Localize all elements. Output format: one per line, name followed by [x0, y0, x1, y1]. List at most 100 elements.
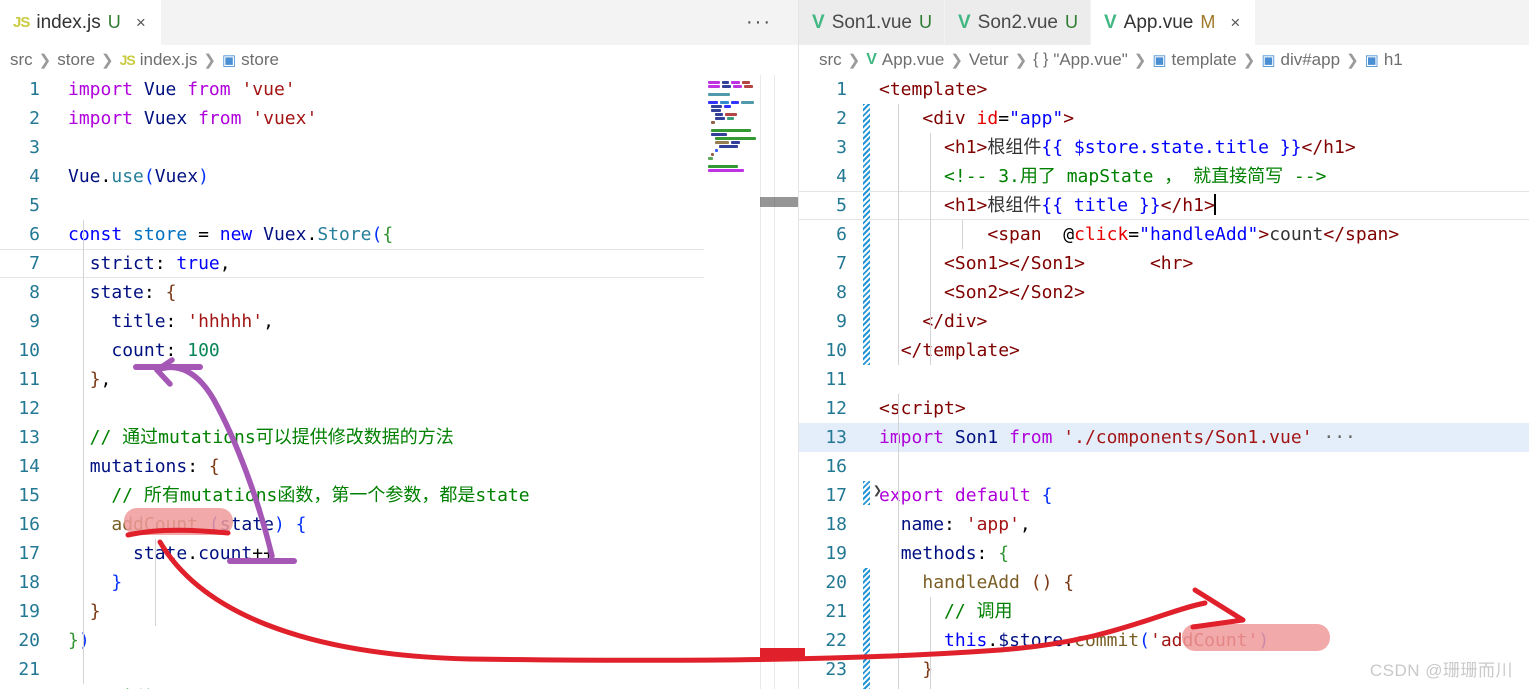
- code-line[interactable]: 19 }: [0, 597, 798, 626]
- code-line[interactable]: 17 export default {: [799, 481, 1529, 510]
- breadcrumb-item-store-folder[interactable]: store: [57, 50, 95, 70]
- breadcrumb-label: App.vue: [881, 50, 945, 69]
- breadcrumb-item-index-js[interactable]: JS index.js: [120, 50, 198, 70]
- code-line[interactable]: 9 </div>: [799, 307, 1529, 336]
- code-line[interactable]: 11: [799, 365, 1529, 394]
- code-line[interactable]: 2 <div id="app">: [799, 104, 1529, 133]
- close-icon[interactable]: ×: [133, 14, 149, 31]
- minimap-left[interactable]: [704, 75, 760, 689]
- line-content: this.$store.commit('addCount'): [944, 630, 1270, 651]
- line-number: 19: [18, 601, 40, 622]
- line-number: 19: [825, 543, 847, 564]
- line-content: <!-- 3.用了 mapState ， 就直接简写 -->: [879, 166, 1327, 187]
- line-number: 4: [836, 166, 847, 187]
- breadcrumb-item-src[interactable]: src: [10, 50, 33, 70]
- code-line-current[interactable]: 7 strict: true,: [0, 249, 798, 278]
- code-line-current[interactable]: 5 <h1>根组件{{ title }}</h1>: [799, 191, 1529, 220]
- code-line[interactable]: 21: [0, 655, 798, 684]
- editor-workbench: JS index.js U × ··· src ❯ store ❯ JS ind…: [0, 0, 1529, 689]
- line-content: </template>: [900, 340, 1020, 361]
- tabbar-empty-space: [1256, 0, 1529, 45]
- indent-guide: [898, 394, 899, 689]
- chevron-right-icon: ❯: [38, 52, 52, 69]
- code-line[interactable]: 19 methods: {: [799, 539, 1529, 568]
- line-content: [54, 191, 798, 220]
- breadcrumb-item-symbol-store[interactable]: ▣ store: [222, 50, 279, 70]
- code-line[interactable]: 8 <Son2></Son2>: [799, 278, 1529, 307]
- tab-app-vue[interactable]: V App.vue M ×: [1090, 0, 1257, 45]
- line-number: 21: [825, 601, 847, 622]
- editor-scrollbar-left[interactable]: [760, 75, 798, 689]
- line-content: <Son1></Son1> <hr>: [944, 253, 1194, 274]
- code-line[interactable]: 12 <script>: [799, 394, 1529, 423]
- line-number: 22: [0, 684, 54, 689]
- code-line[interactable]: 14 mutations: {: [0, 452, 798, 481]
- line-number: 16: [18, 514, 40, 535]
- code-line[interactable]: 22 // 导出给 ...: [0, 684, 798, 689]
- line-content: // 调用: [879, 601, 1013, 622]
- code-line[interactable]: 3 <h1>根组件{{ $store.state.title }}</h1>: [799, 133, 1529, 162]
- breadcrumb-item-vetur[interactable]: Vetur: [969, 50, 1009, 70]
- chevron-right-icon[interactable]: ❯: [873, 481, 882, 499]
- code-line[interactable]: 5: [0, 191, 798, 220]
- line-number: 18: [18, 572, 40, 593]
- code-line[interactable]: 24 }: [799, 684, 1529, 689]
- line-content: state.count++: [133, 543, 274, 564]
- code-line[interactable]: 18 name: 'app',: [799, 510, 1529, 539]
- line-content: Vue.use(Vuex): [68, 166, 209, 187]
- breadcrumb-item-app-vue[interactable]: V App.vue: [866, 50, 944, 70]
- breadcrumb-item-template[interactable]: ▣ template: [1152, 50, 1236, 70]
- indent-guide: [930, 133, 931, 365]
- code-editor-right[interactable]: 1 <template> 2 <div id="app"> 3 <h1>根组件{…: [799, 75, 1529, 689]
- code-line[interactable]: 8 state: {: [0, 278, 798, 307]
- code-line[interactable]: 1 <template>: [799, 75, 1529, 104]
- code-line[interactable]: 12: [0, 394, 798, 423]
- code-line[interactable]: 20 }): [0, 626, 798, 655]
- code-editor-left[interactable]: 1 import Vue from 'vue' 2 import Vuex fr…: [0, 75, 798, 689]
- code-line[interactable]: 17 state.count++: [0, 539, 798, 568]
- code-line[interactable]: 7 <Son1></Son1> <hr>: [799, 249, 1529, 278]
- tab-index-js[interactable]: JS index.js U ×: [0, 0, 162, 45]
- tab-status-badge: U: [107, 12, 121, 32]
- code-line[interactable]: 1 import Vue from 'vue': [0, 75, 798, 104]
- chevron-right-icon: ❯: [1242, 52, 1256, 69]
- breadcrumb-item-app-vue-module[interactable]: { } "App.vue": [1033, 50, 1128, 70]
- breadcrumb-item-h1[interactable]: ▣ h1: [1365, 50, 1403, 70]
- breadcrumb-label: src: [819, 50, 842, 69]
- code-line[interactable]: 4 <!-- 3.用了 mapState ， 就直接简写 -->: [799, 162, 1529, 191]
- tab-son1-vue[interactable]: V Son1.vue U: [799, 0, 945, 45]
- code-line[interactable]: 16 addCount (state) {: [0, 510, 798, 539]
- code-line-folded[interactable]: 13 import Son1 from './components/Son1.v…: [799, 423, 1529, 452]
- tab-label: index.js: [36, 11, 101, 33]
- code-line[interactable]: 15 // 所有mutations函数，第一个参数，都是state: [0, 481, 798, 510]
- code-line[interactable]: 21 // 调用: [799, 597, 1529, 626]
- code-line[interactable]: 3: [0, 133, 798, 162]
- close-icon[interactable]: ×: [1227, 14, 1243, 31]
- breadcrumb-item-src[interactable]: src: [819, 50, 842, 70]
- code-line[interactable]: 18 }: [0, 568, 798, 597]
- line-content: // 所有mutations函数，第一个参数，都是state: [68, 485, 530, 506]
- code-line[interactable]: 9 title: 'hhhhh',: [0, 307, 798, 336]
- breadcrumb-item-div-app[interactable]: ▣ div#app: [1261, 50, 1340, 70]
- code-line[interactable]: 6 const store = new Vuex.Store({: [0, 220, 798, 249]
- code-line[interactable]: 16: [799, 452, 1529, 481]
- code-line[interactable]: 6 <span @click="handleAdd">count</span>: [799, 220, 1529, 249]
- indent-guide: [930, 597, 931, 689]
- line-number: 1: [29, 79, 40, 100]
- code-line[interactable]: 2 import Vuex from 'vuex': [0, 104, 798, 133]
- more-actions-button[interactable]: ···: [746, 0, 772, 45]
- code-line[interactable]: 13 // 通过mutations可以提供修改数据的方法: [0, 423, 798, 452]
- code-line[interactable]: 10 count: 100: [0, 336, 798, 365]
- line-content: <h1>根组件{{ title }}</h1>: [944, 194, 1216, 216]
- code-line[interactable]: 10 </template>: [799, 336, 1529, 365]
- line-content: import Son1 from './components/Son1.vue'…: [879, 427, 1356, 448]
- code-line[interactable]: 11 },: [0, 365, 798, 394]
- tab-son2-vue[interactable]: V Son2.vue U: [944, 0, 1091, 45]
- scrollbar-thumb[interactable]: [760, 197, 798, 207]
- tab-status-badge: M: [1200, 12, 1216, 32]
- line-number: 12: [18, 398, 40, 419]
- code-line[interactable]: 4 Vue.use(Vuex): [0, 162, 798, 191]
- code-line[interactable]: 22 this.$store.commit('addCount'): [799, 626, 1529, 655]
- line-number: 15: [18, 485, 40, 506]
- code-line[interactable]: 20 handleAdd () {: [799, 568, 1529, 597]
